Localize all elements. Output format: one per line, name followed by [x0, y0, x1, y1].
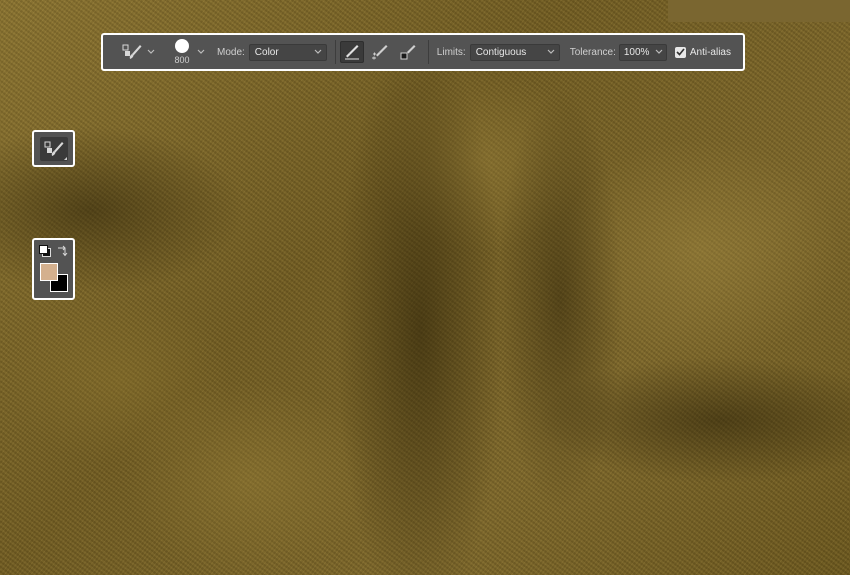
- tool-options-bar: 800 Mode: Color Limits: Contiguous Toler…: [101, 33, 745, 71]
- tools-panel: [32, 130, 75, 167]
- default-colors-button[interactable]: [39, 245, 51, 257]
- tool-preset-dropdown[interactable]: [145, 46, 157, 58]
- color-swatches-panel: [32, 238, 75, 300]
- document-canvas[interactable]: [0, 0, 850, 575]
- swap-colors-button[interactable]: [56, 244, 68, 257]
- sampling-continuous-icon: [344, 45, 359, 60]
- brush-picker-dropdown[interactable]: [195, 46, 207, 58]
- brush-size-label: 800: [174, 55, 190, 65]
- separator: [334, 40, 336, 64]
- brush-picker[interactable]: 800: [169, 36, 195, 68]
- tolerance-input[interactable]: 100%: [618, 43, 667, 61]
- color-replacement-tool-icon: [122, 44, 142, 59]
- checkmark-icon: [676, 48, 685, 56]
- limits-select[interactable]: Contiguous: [469, 43, 560, 61]
- separator: [427, 40, 429, 64]
- tolerance-value: 100%: [623, 46, 650, 58]
- mode-label: Mode:: [217, 46, 245, 58]
- anti-alias-label: Anti-alias: [689, 46, 731, 58]
- chevron-down-icon: [655, 49, 663, 54]
- sampling-once-button[interactable]: [368, 41, 392, 63]
- sampling-background-swatch-button[interactable]: [396, 41, 420, 63]
- limits-label: Limits:: [436, 46, 466, 58]
- chevron-down-icon: [547, 49, 555, 54]
- anti-alias-checkbox[interactable]: [674, 46, 686, 58]
- tool-group-indicator: [63, 156, 67, 160]
- brush-tip-preview: [175, 39, 189, 53]
- canvas-corner-patch: [668, 0, 850, 22]
- mode-select-value: Color: [254, 46, 279, 58]
- tool-preset-picker[interactable]: [119, 41, 145, 63]
- chevron-down-icon: [147, 49, 155, 54]
- chevron-down-icon: [197, 49, 205, 54]
- limits-select-value: Contiguous: [475, 46, 527, 58]
- sampling-continuous-button[interactable]: [339, 41, 364, 63]
- sampling-background-swatch-icon: [400, 45, 416, 60]
- mode-select[interactable]: Color: [248, 43, 327, 61]
- color-replacement-tool-button[interactable]: [39, 136, 68, 161]
- color-replacement-tool-icon: [44, 141, 63, 156]
- default-colors-icon-front: [39, 245, 48, 254]
- chevron-down-icon: [314, 49, 322, 54]
- foreground-color-swatch[interactable]: [40, 263, 58, 281]
- tolerance-label: Tolerance:: [569, 46, 616, 58]
- sampling-once-icon: [371, 45, 388, 60]
- swap-arrows-icon: [58, 245, 68, 257]
